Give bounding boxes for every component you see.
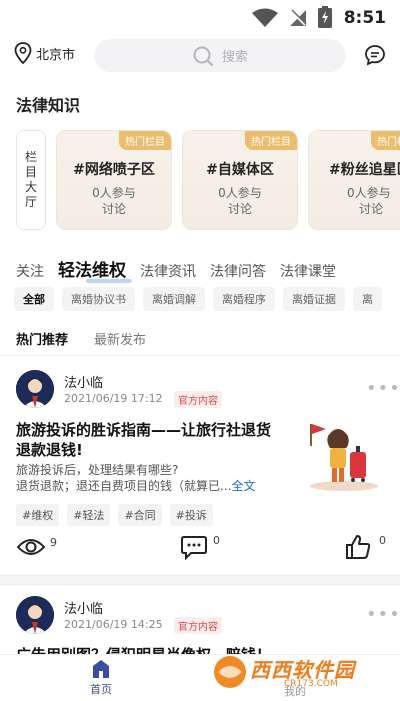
eye-icon <box>16 539 46 555</box>
column-hall-char: 目 <box>24 165 37 179</box>
topic-card[interactable]: 热门栏目 #粉丝追星区 0人参与 讨论 <box>308 130 400 230</box>
topic-count: 0人参与 讨论 <box>183 185 297 217</box>
discussion-label: 讨论 <box>359 202 384 216</box>
participant-count: 0人参与 <box>218 186 262 200</box>
topic-name: #粉丝追星区 <box>329 162 400 178</box>
topic-card[interactable]: 热门栏目 #网络喷子区 0人参与 讨论 <box>56 130 172 230</box>
post-summary[interactable]: 旅游投诉后，处理结果有哪些? 退货退款；退还自费项目的钱（就算已...全文 <box>16 462 286 494</box>
feed-tabs: 热门推荐 最新发布 <box>16 329 146 348</box>
chip-divorce-procedure[interactable]: 离婚程序 <box>213 287 275 311</box>
column-hall-char: 大 <box>24 180 37 194</box>
chip-divorce-agreement[interactable]: 离婚协议书 <box>62 287 135 311</box>
battery-charging-icon <box>318 6 332 28</box>
post-title[interactable]: 旅游投诉的胜诉指南——让旅行社退货退款退钱! <box>16 420 282 460</box>
tag-item[interactable]: #轻法 <box>67 504 111 526</box>
topic-card[interactable]: 热门栏目 #自媒体区 0人参与 讨论 <box>182 130 298 230</box>
tab-light-law-rights[interactable]: 轻法维权 <box>58 256 132 283</box>
chip-all[interactable]: 全部 <box>14 287 54 311</box>
avatar[interactable] <box>16 596 54 634</box>
topic-name: #网络喷子区 <box>73 162 155 178</box>
topic-count: 0人参与 讨论 <box>57 185 171 217</box>
more-options-icon[interactable]: ••• <box>366 378 400 399</box>
column-hall-char: 栏 <box>24 150 37 164</box>
column-hall-char: 厅 <box>24 195 37 209</box>
message-icon[interactable] <box>364 44 386 66</box>
post-date: 2021/06/19 17:12 <box>64 392 163 405</box>
tab-law-news[interactable]: 法律资讯 <box>140 261 196 281</box>
hot-badge: 热门栏目 <box>119 131 171 150</box>
participant-count: 0人参与 <box>347 186 391 200</box>
tab-follow[interactable]: 关注 <box>16 261 44 281</box>
post-tags: #维权 #轻法 #合同 #投诉 <box>16 504 213 526</box>
views-stat[interactable]: 9 <box>16 536 57 558</box>
filter-chips: 全部 离婚协议书 离婚调解 离婚程序 离婚证据 离 <box>14 287 382 311</box>
location-pin-icon <box>14 42 32 64</box>
search-icon <box>193 46 213 66</box>
summary-line: 旅游投诉后，处理结果有哪些? <box>16 463 179 477</box>
status-time: 8:51 <box>343 8 386 28</box>
tab-hot-recommend[interactable]: 热门推荐 <box>16 329 68 348</box>
likes-stat[interactable]: 0 <box>345 534 386 560</box>
official-badge: 官方内容 <box>174 391 222 408</box>
travel-illustration <box>310 424 378 491</box>
divider <box>0 355 400 356</box>
tag-item[interactable]: #合同 <box>118 504 162 526</box>
comments-stat[interactable]: 0 <box>181 534 220 560</box>
search-placeholder: 搜索 <box>221 50 248 65</box>
topic-name: #自媒体区 <box>206 162 274 178</box>
hot-badge: 热门栏目 <box>371 131 400 150</box>
chip-divorce-evidence[interactable]: 离婚证据 <box>283 287 345 311</box>
tab-law-qa[interactable]: 法律问答 <box>210 261 266 281</box>
tag-item[interactable]: #投诉 <box>169 504 213 526</box>
summary-line: 退货退款；退还自费项目的钱（就算已... <box>16 479 232 493</box>
hot-badge: 热门栏目 <box>245 131 297 150</box>
location-selector[interactable]: 北京市 <box>14 42 75 64</box>
status-bar: 8:51 <box>0 0 400 36</box>
avatar[interactable] <box>16 370 54 408</box>
comment-icon <box>181 536 207 560</box>
nav-home[interactable]: 首页 <box>86 659 116 697</box>
post-date: 2021/06/19 14:25 <box>64 618 163 631</box>
comments-count: 0 <box>213 534 220 547</box>
tab-latest[interactable]: 最新发布 <box>94 329 146 348</box>
avatar-figure-icon <box>16 596 54 634</box>
topic-count: 0人参与 讨论 <box>347 185 400 217</box>
no-signal-icon <box>290 9 307 26</box>
discussion-label: 讨论 <box>227 202 252 216</box>
nav-home-label: 首页 <box>90 683 112 696</box>
wifi-icon <box>252 8 278 27</box>
avatar-figure-icon <box>16 370 54 408</box>
watermark-logo: 西西软件园 CR173.COM <box>212 652 384 692</box>
category-tabs: 关注 轻法维权 法律资讯 法律问答 法律课堂 <box>16 256 350 283</box>
discussion-label: 讨论 <box>101 202 126 216</box>
post-separator <box>0 574 400 586</box>
full-text-link[interactable]: 全文 <box>231 479 255 493</box>
chip-partial[interactable]: 离 <box>353 287 382 311</box>
tag-item[interactable]: #维权 <box>16 504 60 526</box>
post-author[interactable]: 法小临 <box>64 372 103 391</box>
search-bar[interactable]: 搜索 <box>94 39 346 72</box>
chip-divorce-mediation[interactable]: 离婚调解 <box>143 287 205 311</box>
views-count: 9 <box>50 536 57 549</box>
likes-count: 0 <box>379 534 386 547</box>
column-hall-card[interactable]: 栏 目 大 厅 <box>16 130 46 230</box>
section-title: 法律知识 <box>16 96 81 115</box>
watermark-globe-icon <box>214 656 246 688</box>
watermark-url: CR173.COM <box>284 679 338 689</box>
thumbs-up-icon <box>346 535 371 559</box>
tab-law-class[interactable]: 法律课堂 <box>280 261 336 281</box>
more-options-icon[interactable]: ••• <box>366 604 400 625</box>
home-icon <box>93 660 109 678</box>
official-badge: 官方内容 <box>174 617 222 634</box>
city-label: 北京市 <box>36 47 76 63</box>
post-author[interactable]: 法小临 <box>64 598 103 617</box>
participant-count: 0人参与 <box>92 186 136 200</box>
